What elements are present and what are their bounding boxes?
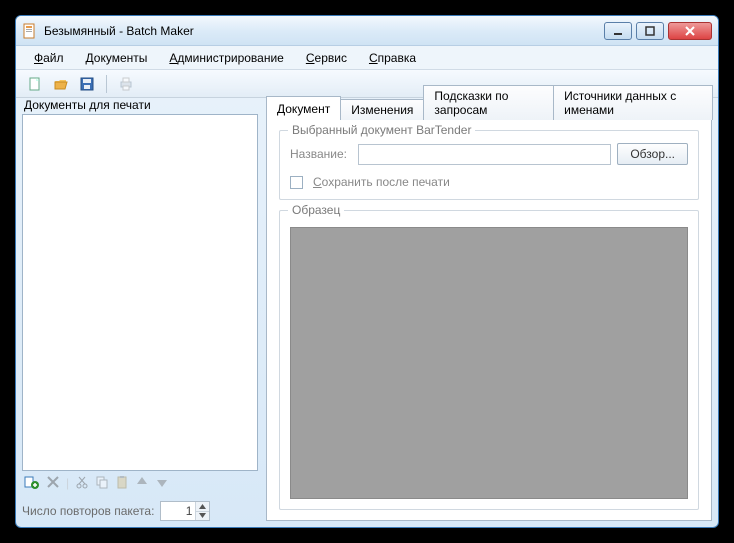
- menubar: Файл Документы Администрирование Сервис …: [16, 46, 718, 70]
- titlebar: Безымянный - Batch Maker: [16, 16, 718, 46]
- browse-button[interactable]: Обзор...: [617, 143, 688, 165]
- repeat-row: Число повторов пакета:: [22, 501, 258, 521]
- tab-prompts[interactable]: Подсказки по запросам: [423, 85, 554, 120]
- menu-service[interactable]: Сервис: [296, 49, 357, 67]
- menu-admin[interactable]: Администрирование: [159, 49, 293, 67]
- close-button[interactable]: [668, 22, 712, 40]
- preview-group: Образец: [279, 210, 699, 510]
- tab-document[interactable]: Документ: [266, 96, 341, 120]
- selected-doc-group: Выбранный документ BarTender Название: О…: [279, 130, 699, 200]
- save-button[interactable]: [76, 73, 98, 95]
- right-pane: Документ Изменения Подсказки по запросам…: [266, 98, 712, 521]
- add-document-icon[interactable]: [24, 474, 40, 493]
- tab-changes[interactable]: Изменения: [340, 99, 424, 120]
- preview-legend: Образец: [288, 203, 344, 217]
- selected-doc-legend: Выбранный документ BarTender: [288, 123, 475, 137]
- documents-listbox[interactable]: [22, 114, 258, 471]
- save-after-print-label: Сохранить после печати: [313, 175, 450, 189]
- copy-icon: [95, 475, 109, 492]
- menu-documents[interactable]: Документы: [76, 49, 158, 67]
- spin-up-icon[interactable]: [196, 502, 209, 512]
- repeat-spinner[interactable]: [160, 501, 210, 521]
- minimize-button[interactable]: [604, 22, 632, 40]
- name-input[interactable]: [358, 144, 611, 165]
- documents-label: Документы для печати: [22, 98, 258, 112]
- preview-area: [290, 227, 688, 499]
- tabs: Документ Изменения Подсказки по запросам…: [266, 98, 712, 120]
- open-button[interactable]: [50, 73, 72, 95]
- spin-down-icon[interactable]: [196, 512, 209, 521]
- tab-named-sources[interactable]: Источники данных с именами: [553, 85, 713, 120]
- remove-icon: [46, 475, 60, 492]
- repeat-input[interactable]: [161, 502, 195, 520]
- left-pane: Документы для печати | Число повторов па…: [22, 98, 258, 521]
- maximize-button[interactable]: [636, 22, 664, 40]
- name-label: Название:: [290, 147, 352, 161]
- move-up-icon: [135, 475, 149, 492]
- new-button[interactable]: [24, 73, 46, 95]
- toolbar-separator: [106, 75, 107, 93]
- repeat-label: Число повторов пакета:: [22, 504, 154, 518]
- app-icon: [22, 23, 38, 39]
- print-button[interactable]: [115, 73, 137, 95]
- move-down-icon: [155, 475, 169, 492]
- window-frame: Безымянный - Batch Maker Файл Документы …: [15, 15, 719, 528]
- menu-file[interactable]: Файл: [24, 49, 74, 67]
- save-after-print-checkbox[interactable]: [290, 176, 303, 189]
- cut-icon: [75, 475, 89, 492]
- window-title: Безымянный - Batch Maker: [44, 24, 600, 38]
- menu-help[interactable]: Справка: [359, 49, 426, 67]
- left-separator: |: [66, 476, 69, 490]
- tab-body: Выбранный документ BarTender Название: О…: [266, 119, 712, 521]
- left-toolbar: |: [22, 471, 258, 495]
- client-area: Документы для печати | Число повторов па…: [22, 98, 712, 521]
- paste-icon: [115, 475, 129, 492]
